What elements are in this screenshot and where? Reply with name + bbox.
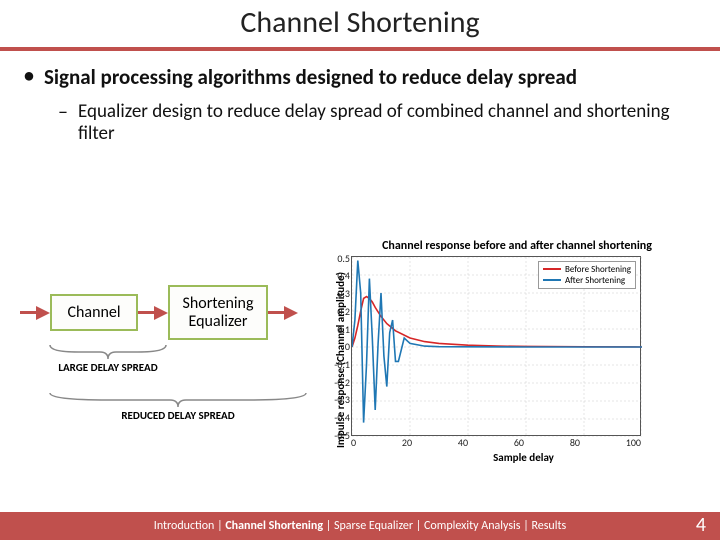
footer-bar: Introduction | Channel Shortening | Spar… xyxy=(0,512,720,540)
page-number: 4 xyxy=(696,513,706,537)
legend-item-after: After Shortening xyxy=(543,275,631,286)
bullet-level-2: – Equalizer design to reduce delay sprea… xyxy=(58,101,696,145)
breadcrumb: Introduction | Channel Shortening | Spar… xyxy=(154,519,566,533)
reduced-delay-label: REDUCED DELAY SPREAD xyxy=(48,409,308,422)
large-brace: LARGE DELAY SPREAD xyxy=(48,343,168,374)
plot-area: 0.50.40.30.20.10-0.1-0.2-0.3-0.4-0.5 Bef… xyxy=(351,256,641,436)
channel-block: Channel xyxy=(50,294,138,332)
bullet-2-text: Equalizer design to reduce delay spread … xyxy=(78,101,696,145)
arrow-in xyxy=(20,306,50,320)
block-diagram: Channel Shortening Equalizer LARGE DELAY… xyxy=(20,285,350,485)
bullet-dot: • xyxy=(24,65,34,89)
bullet-dash: – xyxy=(58,101,68,145)
reduced-brace: REDUCED DELAY SPREAD xyxy=(48,391,308,422)
y-ticks: 0.50.40.30.20.10-0.1-0.2-0.3-0.4-0.5 xyxy=(328,252,350,442)
bullet-1-text: Signal processing algorithms designed to… xyxy=(44,65,696,89)
bullet-level-1: • Signal processing algorithms designed … xyxy=(24,65,696,89)
arrow-out xyxy=(268,306,298,320)
legend-item-before: Before Shortening xyxy=(543,264,631,275)
slide-title: Channel Shortening xyxy=(0,0,720,41)
x-ticks: 020406080100 xyxy=(351,436,641,449)
equalizer-block: Shortening Equalizer xyxy=(168,285,268,340)
legend: Before Shortening After Shortening xyxy=(538,261,636,289)
x-axis-label: Sample delay xyxy=(347,451,700,464)
arrow-mid xyxy=(138,306,168,320)
chart-title: Channel response before and after channe… xyxy=(334,240,700,254)
large-delay-label: LARGE DELAY SPREAD xyxy=(48,361,168,374)
chart: Channel response before and after channe… xyxy=(334,240,700,490)
